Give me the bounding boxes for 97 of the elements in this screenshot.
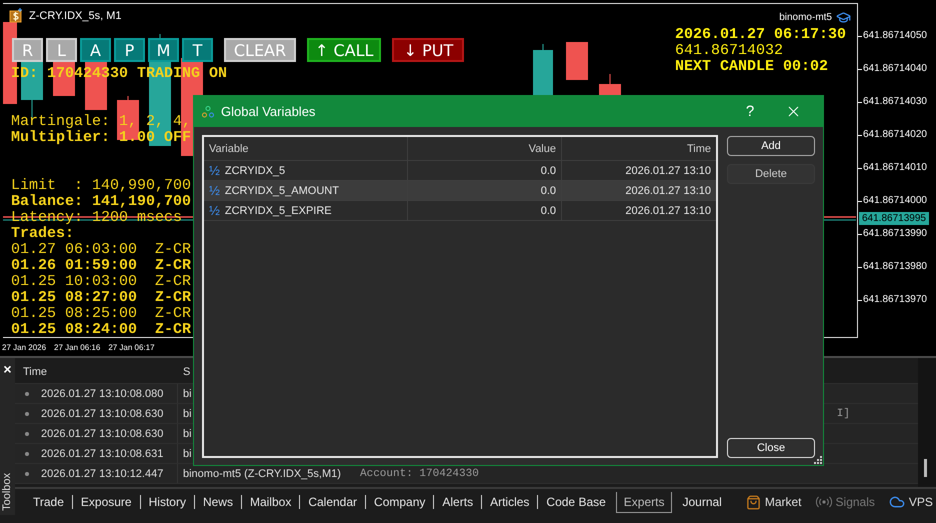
log-source: binomo-mt5 (Z-CRY.IDX_5s,M1) <box>182 468 342 480</box>
log-message: Account: 170424330 <box>359 468 479 480</box>
price-tick: 641.86714030 <box>858 95 936 109</box>
chart-button[interactable]: ↓ PUT <box>392 38 464 62</box>
price-tick: 641.86714040 <box>858 62 936 76</box>
panel-tab[interactable]: Trade <box>25 492 72 512</box>
trade-entry: 01.25 08:25:00 Z-CR <box>11 306 192 322</box>
toolbox-label: Toolbox <box>0 473 14 511</box>
variable-value: 0.0 <box>408 201 562 220</box>
panel-tab[interactable]: Code Base <box>538 492 614 512</box>
account-text: Limit : 140,990,700 <box>11 178 192 194</box>
bullet-icon <box>25 472 29 476</box>
bullet-icon <box>25 432 29 436</box>
trade-entry: 01.26 01:59:00 Z-CR <box>11 258 192 274</box>
panel-tab[interactable]: Experts <box>616 492 672 512</box>
scroll-thumb[interactable] <box>924 459 927 477</box>
log-time: 2026.01.27 13:10:08.631 <box>40 448 164 460</box>
price-tick: 641.86713970 <box>858 293 936 307</box>
column-header: Variable <box>204 137 408 160</box>
variable-time: 2026.01.27 13:10 <box>624 204 712 218</box>
price-tick: 641.86714050 <box>858 29 936 43</box>
current-price-label: 641.86713995 <box>859 212 929 225</box>
side-link[interactable]: Market <box>746 494 802 510</box>
cloud-icon <box>888 494 905 510</box>
panel-tab[interactable]: Exposure <box>72 492 140 512</box>
signal-icon <box>816 496 832 508</box>
trade-entry: 01.25 08:24:00 Z-CR <box>11 322 192 337</box>
price-tick: 641.86713980 <box>858 260 936 274</box>
variable-row[interactable]: ½ ZCRYIDX_5_EXPIRE 0.0 2026.01.27 13:10 <box>204 201 716 221</box>
time-label: 27 Jan 06:17 <box>108 342 155 352</box>
variable-row[interactable]: ½ ZCRYIDX_5_AMOUNT 0.0 2026.01.27 13:10 <box>204 181 716 201</box>
dialog-title: Global Variables <box>221 104 316 119</box>
variable-time: 2026.01.27 13:10 <box>624 164 712 178</box>
log-time: 2026.01.27 13:10:08.630 <box>40 428 164 440</box>
log-time: 2026.01.27 13:10:08.080 <box>40 388 164 400</box>
variable-time: 2026.01.27 13:10 <box>624 184 712 198</box>
log-source: bi <box>182 428 193 440</box>
variable-name: ½ ZCRYIDX_5_AMOUNT <box>204 181 408 200</box>
panel-tab[interactable]: Company <box>366 492 434 512</box>
chart-title: Z-CRY.IDX_5s, M1 <box>29 10 122 22</box>
trades-label: Trades: <box>11 226 74 242</box>
price-tick: 641.86714020 <box>858 128 936 142</box>
log-message: I] <box>836 408 850 420</box>
log-source: bi <box>182 388 193 400</box>
bullet-icon <box>25 452 29 456</box>
log-source: bi <box>182 408 193 420</box>
close-icon[interactable]: × <box>3 362 12 376</box>
chart-button[interactable]: P <box>114 38 145 62</box>
bag-icon <box>746 494 761 510</box>
time-label: 27 Jan 2026 <box>2 342 46 352</box>
variable-value: 0.0 <box>408 161 562 180</box>
help-button[interactable]: ? <box>736 102 764 121</box>
panel-tab[interactable]: Calendar <box>300 492 366 512</box>
chart-button[interactable]: M <box>148 38 179 62</box>
clock-text: 2026.01.27 06:17:30 <box>675 27 846 43</box>
variable-name: ½ ZCRYIDX_5 <box>204 161 408 180</box>
resize-grip-icon[interactable] <box>814 456 822 464</box>
close-dialog-button[interactable]: Close <box>727 438 815 458</box>
panel-tab[interactable]: Articles <box>482 492 538 512</box>
panel-tab[interactable]: Mailbox <box>242 492 300 512</box>
next-candle-text: NEXT CANDLE 00:02 <box>675 59 830 75</box>
chart-button[interactable]: ↑ CALL <box>307 38 382 62</box>
trade-entry: 01.27 06:03:00 Z-CR <box>11 242 192 258</box>
panel-tab[interactable]: Alerts <box>434 492 482 512</box>
scrollbar[interactable] <box>918 358 936 487</box>
price-text: 641.86714032 <box>675 43 784 59</box>
panel-tab[interactable]: Journal <box>674 492 730 512</box>
log-source: bi <box>182 448 193 460</box>
chart-button[interactable]: T <box>182 38 213 62</box>
variable-name: ½ ZCRYIDX_5_EXPIRE <box>204 201 408 220</box>
dots-icon <box>202 106 214 118</box>
panel-tab[interactable]: News <box>194 492 241 512</box>
trade-entry: 01.25 10:03:00 Z-CR <box>11 274 192 290</box>
price-tick: 641.86713990 <box>858 227 936 241</box>
column-header: Time <box>22 366 48 378</box>
side-link[interactable]: VPS <box>888 494 933 510</box>
candle <box>566 42 588 80</box>
trade-entry: 01.25 08:27:00 Z-CR <box>11 290 192 306</box>
account-text: Balance: 141,190,700 <box>11 194 192 210</box>
graduation-cap-icon <box>836 10 851 25</box>
log-time: 2026.01.27 13:10:12.447 <box>40 468 164 480</box>
column-header: Time <box>686 142 712 156</box>
dialog-button[interactable]: Add <box>727 136 815 156</box>
column-header: S <box>182 366 192 378</box>
log-time: 2026.01.27 13:10:08.630 <box>40 408 164 420</box>
bullet-icon <box>25 392 29 396</box>
column-header: Value <box>408 137 562 160</box>
price-tick: 641.86714000 <box>858 194 936 208</box>
variable-value: 0.0 <box>408 181 562 200</box>
bullet-icon <box>25 412 29 416</box>
dollar-icon <box>9 8 23 23</box>
time-label: 27 Jan 06:16 <box>54 342 100 352</box>
chart-button[interactable]: A <box>80 38 111 62</box>
panel-tab[interactable]: History <box>140 492 194 512</box>
variable-row[interactable]: ½ ZCRYIDX_5 0.0 2026.01.27 13:10 <box>204 161 716 181</box>
price-tick: 641.86714010 <box>858 161 936 175</box>
account-name: binomo-mt5 <box>779 12 832 23</box>
